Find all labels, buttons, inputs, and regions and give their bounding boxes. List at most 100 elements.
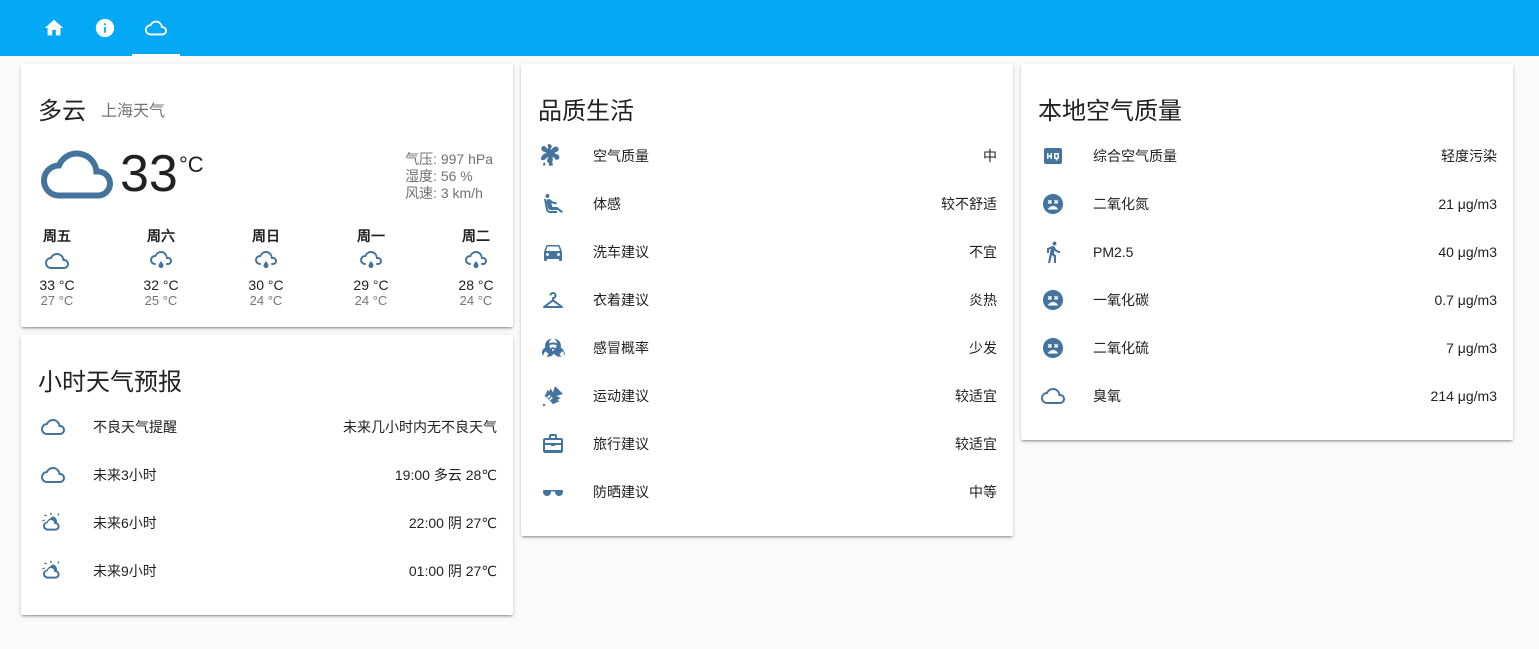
weather-attributes: 气压: 997 hPa 湿度: 56 % 风速: 3 km/h — [405, 151, 493, 202]
forecast-day: 周日 30 °C 24 °C — [231, 226, 301, 308]
tab-home[interactable] — [30, 0, 78, 56]
hanger-icon — [537, 288, 577, 312]
current-temperature: 33 — [120, 145, 178, 203]
cloud-rain-icon — [441, 249, 511, 273]
badminton-icon — [537, 384, 577, 408]
entity-name: 体感 — [593, 196, 621, 212]
hq-icon — [1037, 144, 1077, 168]
entity-state: 较不舒适 — [941, 196, 997, 212]
entity-state: 不宜 — [969, 244, 997, 260]
air-conditioner-icon — [537, 144, 577, 168]
entity-state: 19:00 多云 28℃ — [394, 467, 497, 483]
temperature-unit: °C — [179, 152, 204, 177]
partly-cloudy-icon — [37, 559, 77, 583]
entity-name: 未来3小时 — [93, 467, 157, 483]
card-title: 小时天气预报 — [38, 369, 182, 396]
entity-name: 空气质量 — [593, 148, 649, 164]
entity-row[interactable]: 防晒建议 中等 — [537, 472, 997, 512]
info-icon — [95, 18, 115, 38]
entity-name: 不良天气提醒 — [93, 419, 177, 435]
entity-name: 未来6小时 — [93, 515, 157, 531]
entity-row[interactable]: 未来6小时 22:00 阴 27℃ — [37, 503, 497, 543]
entity-name: 一氧化碳 — [1093, 292, 1149, 308]
entity-row[interactable]: PM2.5 40 μg/m3 — [1037, 232, 1497, 272]
cloud-rain-icon — [126, 249, 196, 273]
entity-row[interactable]: 二氧化氮 21 μg/m3 — [1037, 184, 1497, 224]
entity-name: 防晒建议 — [593, 484, 649, 500]
partly-cloudy-icon — [37, 511, 77, 535]
cloud-icon — [145, 20, 167, 36]
entity-state: 较适宜 — [955, 436, 997, 452]
forecast-day: 周五 33 °C 27 °C — [22, 226, 92, 308]
forecast-low: 24 °C — [249, 293, 283, 308]
car-icon — [537, 240, 577, 264]
entity-row[interactable]: 未来3小时 19:00 多云 28℃ — [37, 455, 497, 495]
entity-row[interactable]: 空气质量 中 — [537, 136, 997, 176]
entity-state: 较适宜 — [955, 388, 997, 404]
entity-name: 臭氧 — [1093, 388, 1121, 404]
card-title: 品质生活 — [538, 98, 634, 125]
entity-name: 洗车建议 — [593, 244, 649, 260]
cloud-icon — [22, 249, 92, 273]
weather-card[interactable]: 多云 上海天气 33 °C 气压: 997 hPa 湿度: 56 % 风速: 3… — [21, 64, 513, 327]
entity-name: 衣着建议 — [593, 292, 649, 308]
forecast-day-label: 周五 — [43, 228, 71, 244]
forecast-low: 24 °C — [354, 293, 388, 308]
humidity-attribute: 湿度: 56 % — [405, 168, 473, 184]
emoticon-dead-icon — [1037, 336, 1077, 360]
entity-state: 未来几小时内无不良天气 — [343, 419, 497, 435]
entity-name: 综合空气质量 — [1093, 148, 1177, 164]
tab-info[interactable] — [81, 0, 129, 56]
entity-state: 轻度污染 — [1441, 148, 1497, 164]
biohazard-icon — [537, 336, 577, 360]
entity-row[interactable]: 衣着建议 炎热 — [537, 280, 997, 320]
forecast-low: 24 °C — [459, 293, 493, 308]
entity-state: 214 μg/m3 — [1430, 388, 1497, 404]
entity-row[interactable]: 旅行建议 较适宜 — [537, 424, 997, 464]
entity-row[interactable]: 臭氧 214 μg/m3 — [1037, 376, 1497, 416]
tab-weather[interactable] — [132, 0, 180, 56]
entity-state: 炎热 — [969, 292, 997, 308]
forecast-high: 33 °C — [39, 277, 75, 293]
entity-state: 少发 — [969, 340, 997, 356]
forecast-day-label: 周六 — [147, 228, 175, 244]
forecast-low: 27 °C — [40, 293, 74, 308]
forecast-high: 28 °C — [458, 277, 494, 293]
forecast-day-label: 周二 — [462, 228, 490, 244]
entity-row[interactable]: 综合空气质量 轻度污染 — [1037, 136, 1497, 176]
weather-location: 上海天气 — [101, 103, 166, 120]
cloud-icon — [37, 415, 77, 439]
forecast-day-label: 周日 — [252, 228, 280, 244]
cloud-rain-icon — [336, 249, 406, 273]
pressure-attribute: 气压: 997 hPa — [405, 151, 493, 167]
entity-row[interactable]: 运动建议 较适宜 — [537, 376, 997, 416]
entity-row[interactable]: 体感 较不舒适 — [537, 184, 997, 224]
entity-name: 旅行建议 — [593, 436, 649, 452]
briefcase-icon — [537, 432, 577, 456]
wind-speed-attribute: 风速: 3 km/h — [405, 185, 483, 201]
forecast-high: 32 °C — [143, 277, 179, 293]
entity-row[interactable]: 不良天气提醒 未来几小时内无不良天气 — [37, 407, 497, 447]
forecast-day: 周二 28 °C 24 °C — [441, 226, 511, 308]
entity-state: 21 μg/m3 — [1438, 196, 1497, 212]
weather-condition: 多云 — [38, 98, 86, 125]
emoticon-dead-icon — [1037, 288, 1077, 312]
entity-row[interactable]: 洗车建议 不宜 — [537, 232, 997, 272]
entity-row[interactable]: 一氧化碳 0.7 μg/m3 — [1037, 280, 1497, 320]
hourly-forecast-card: 小时天气预报 不良天气提醒 未来几小时内无不良天气 未来3小时 19:00 多云… — [21, 335, 513, 615]
card-title: 本地空气质量 — [1038, 98, 1182, 125]
entity-state: 7 μg/m3 — [1446, 340, 1497, 356]
entity-row[interactable]: 未来9小时 01:00 阴 27℃ — [37, 551, 497, 591]
cloud-icon — [37, 463, 77, 487]
life-quality-card: 品质生活 空气质量 中 体感 较不舒适 洗车建议 不宜 衣着建议 炎热 感冒概率… — [521, 64, 1013, 536]
entity-row[interactable]: 感冒概率 少发 — [537, 328, 997, 368]
entity-name: 感冒概率 — [593, 340, 649, 356]
entity-state: 中 — [983, 148, 997, 164]
emoticon-dead-icon — [1037, 192, 1077, 216]
cloud-icon — [41, 150, 113, 202]
entity-state: 01:00 阴 27℃ — [408, 563, 497, 579]
entity-row[interactable]: 二氧化硫 7 μg/m3 — [1037, 328, 1497, 368]
entity-state: 0.7 μg/m3 — [1434, 292, 1497, 308]
forecast-high: 30 °C — [248, 277, 284, 293]
entity-state: 22:00 阴 27℃ — [408, 515, 497, 531]
